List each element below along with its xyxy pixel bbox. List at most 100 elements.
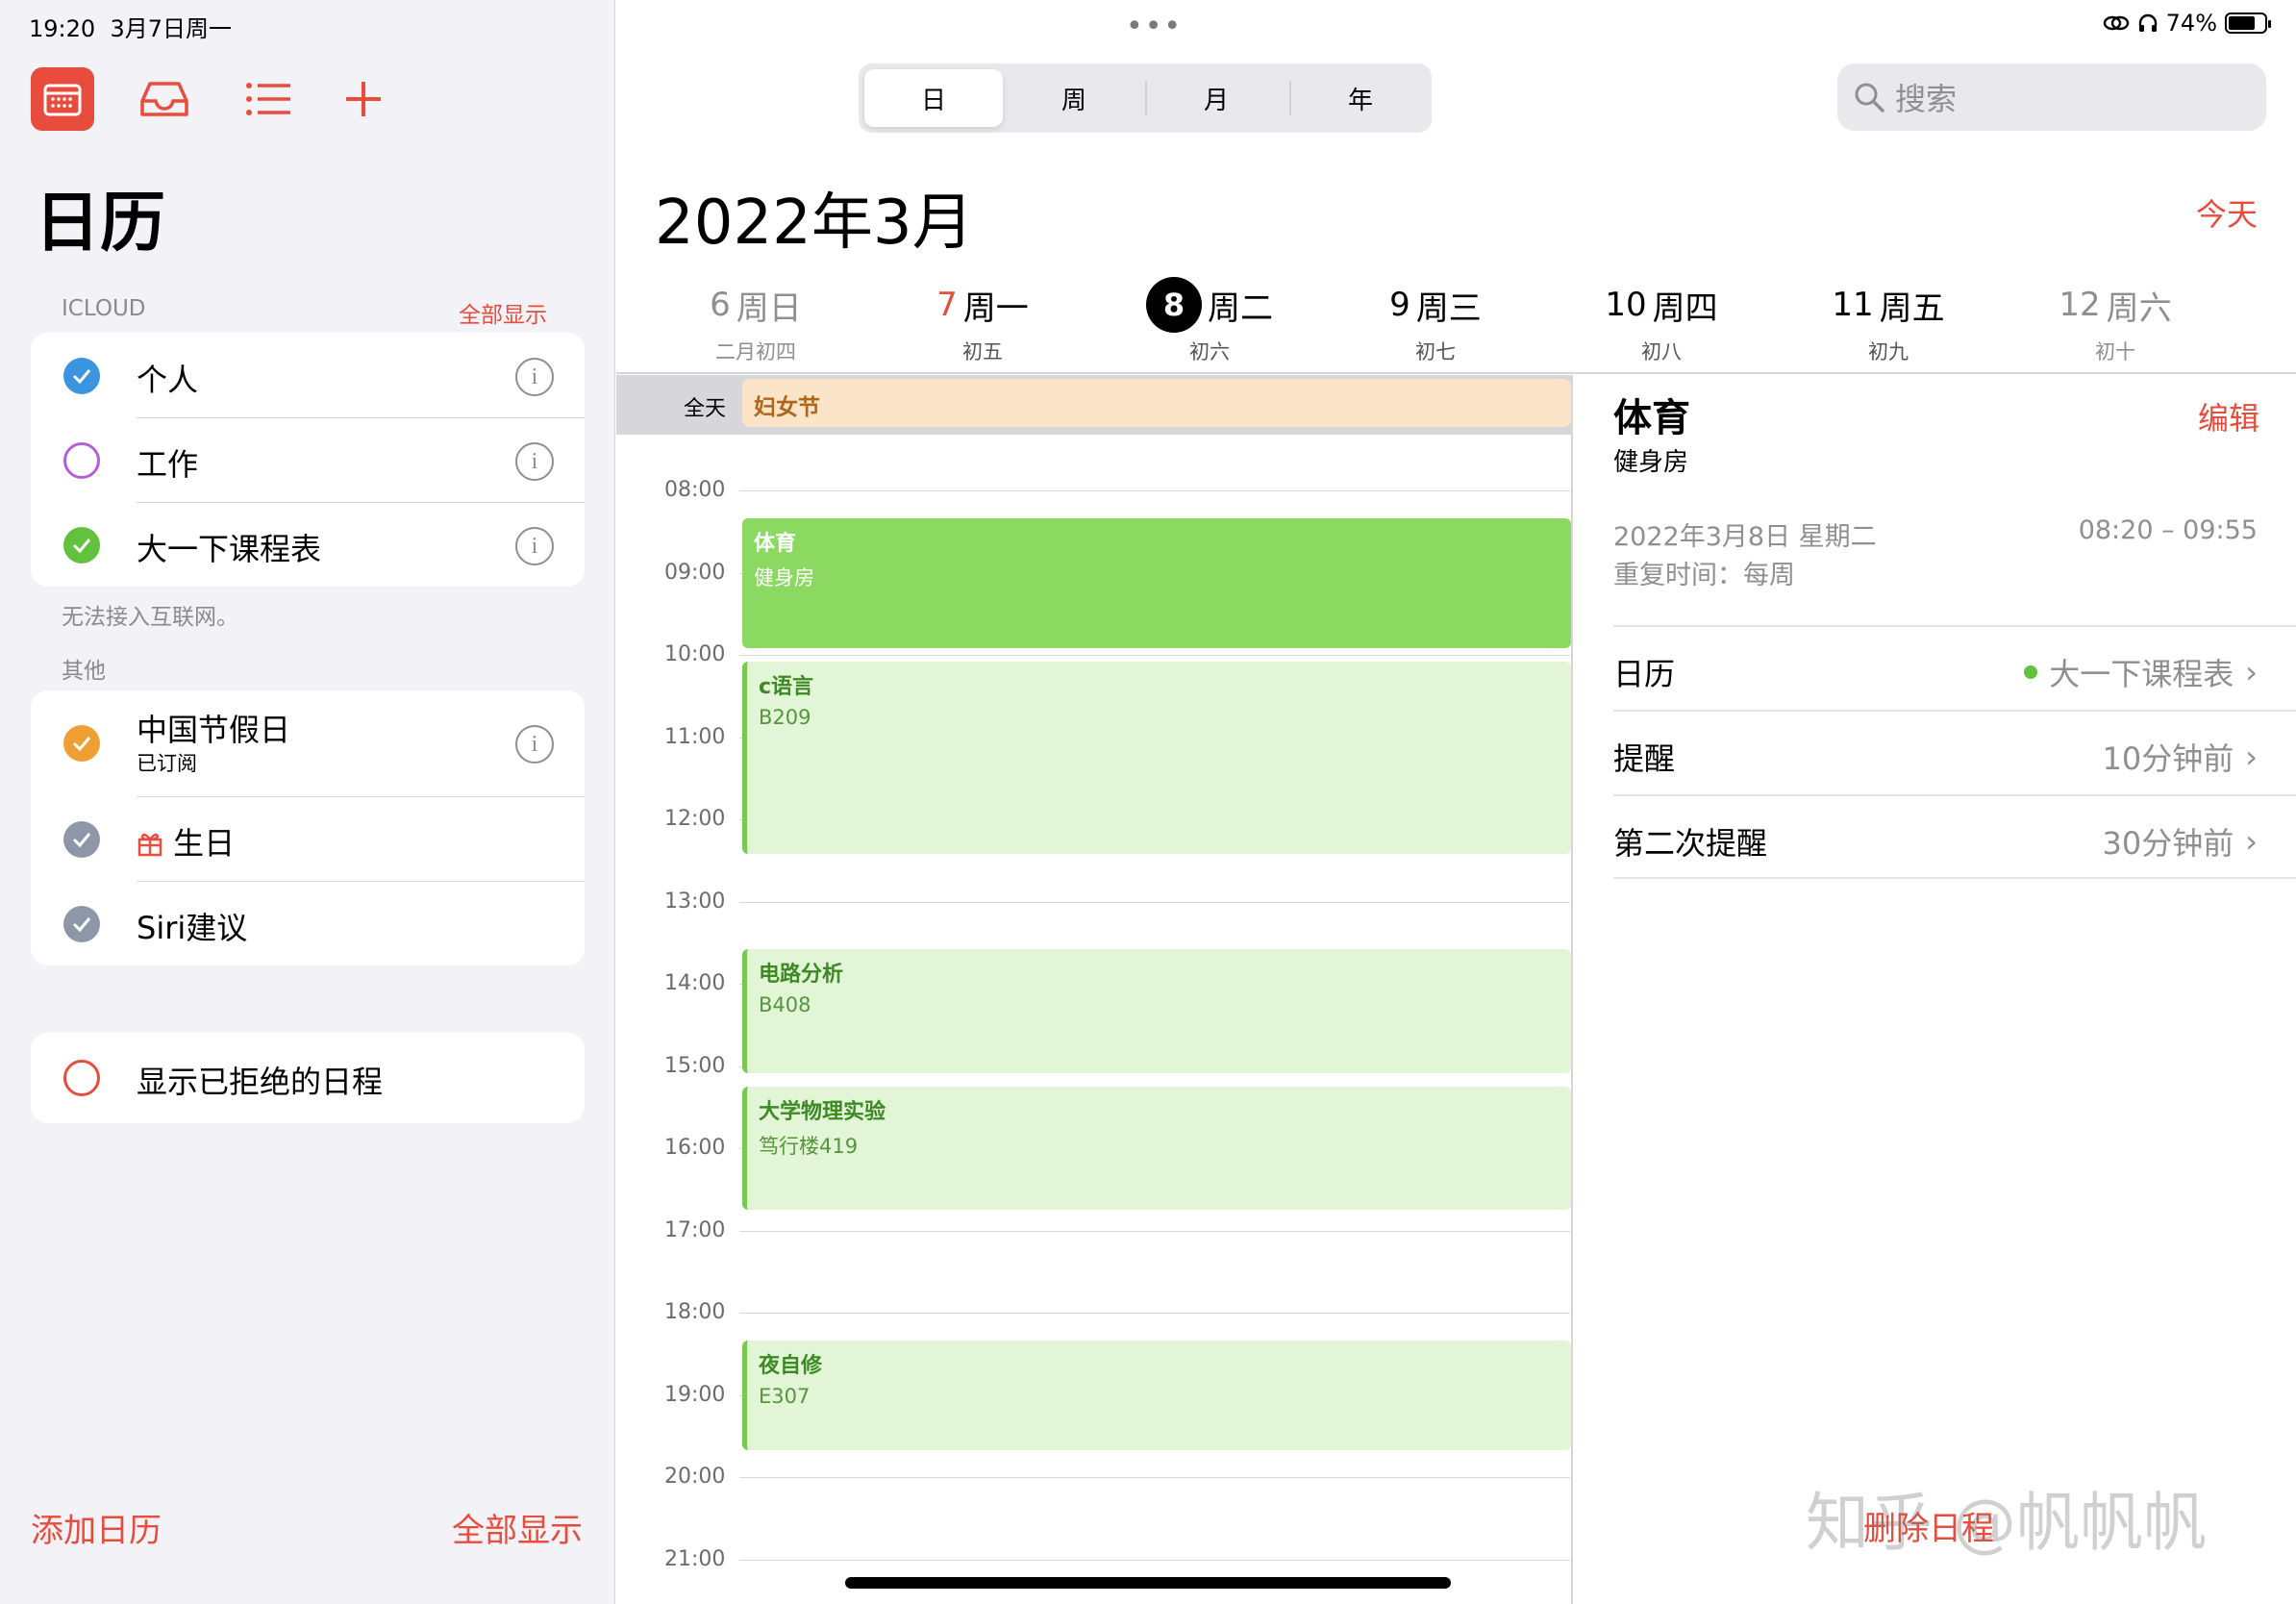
hour-label: 14:00 — [664, 971, 726, 995]
watermark: 知乎 @帆帆帆 — [1806, 1486, 2207, 1560]
other-calendar-list: 中国节假日 已订阅 i 生日 Siri建议 — [31, 690, 585, 965]
event-title: 大学物理实验 — [759, 1099, 886, 1124]
day-wed[interactable]: 9 周三 初七 — [1325, 277, 1546, 365]
add-event-button[interactable] — [332, 67, 395, 131]
edit-button[interactable]: 编辑 — [2198, 394, 2259, 439]
inbox-button[interactable] — [133, 67, 196, 131]
gift-icon — [137, 833, 162, 857]
calendar-icon — [43, 84, 82, 116]
day-sun[interactable]: 6 周日 二月初四 — [645, 277, 866, 365]
event-location: B209 — [759, 706, 811, 730]
lunar-date: 初八 — [1641, 340, 1682, 363]
event-location: 健身房 — [754, 565, 814, 589]
detail-row-calendar[interactable]: 日历 大一下课程表 › — [1613, 625, 2296, 710]
segment-week[interactable]: 周 — [1005, 69, 1143, 127]
hour-label: 08:00 — [664, 478, 726, 502]
event-block[interactable]: 大学物理实验 笃行楼419 — [742, 1086, 1571, 1211]
day-timeline[interactable]: 08:00 09:00 10:00 11:00 12:00 13:00 14:00 15:00… — [616, 435, 1573, 1604]
unchecked-circle-icon[interactable] — [63, 442, 100, 479]
icloud-calendar-list: 个人 i 工作 i 大一下课程表 i — [31, 333, 585, 587]
checkmark-icon[interactable] — [63, 358, 100, 394]
calendar-item-label: 生日 — [137, 819, 235, 864]
calendar-item-course-schedule[interactable]: 大一下课程表 i — [31, 502, 585, 587]
info-icon[interactable]: i — [515, 442, 554, 481]
chevron-right-icon: › — [2245, 823, 2258, 860]
hour-label: 15:00 — [664, 1053, 726, 1078]
all-day-event[interactable]: 妇女节 — [742, 379, 1571, 427]
main-calendar-area: ••• 74% 日 周 月 年 搜索 2022年3月 今天 6 周日 二月初四 7… — [616, 0, 2296, 1604]
day-fri[interactable]: 11 周五 初九 — [1778, 277, 1999, 365]
calendar-item-label: Siri建议 — [137, 910, 248, 946]
divider — [616, 372, 2296, 374]
calendar-list-button[interactable] — [31, 67, 94, 131]
inbox-icon — [140, 82, 188, 116]
hour-label: 19:00 — [664, 1382, 726, 1407]
calendar-item-siri-suggestions[interactable]: Siri建议 — [31, 881, 585, 965]
calendar-item-label: 大一下课程表 — [137, 531, 322, 567]
show-all-button[interactable]: 全部显示 — [452, 1504, 583, 1551]
unchecked-circle-icon[interactable] — [63, 1060, 100, 1096]
lunar-date: 初五 — [962, 340, 1003, 363]
hour-label: 17:00 — [664, 1217, 726, 1242]
status-time: 19:20 3月7日周一 — [29, 15, 232, 42]
offline-note: 无法接入互联网。 — [62, 605, 238, 630]
lunar-date: 初七 — [1415, 340, 1456, 363]
all-day-row: 全天 妇女节 — [616, 375, 1573, 435]
month-title: 2022年3月 — [655, 188, 974, 259]
checkmark-icon[interactable] — [63, 527, 100, 564]
all-day-label: 全天 — [684, 397, 727, 421]
calendar-item-label: 中国节假日 — [137, 712, 291, 748]
search-placeholder: 搜索 — [1895, 81, 1958, 117]
icloud-show-all-link[interactable]: 全部显示 — [459, 296, 547, 329]
day-mon[interactable]: 7 周一 初五 — [872, 277, 1093, 365]
day-sat[interactable]: 12 周六 初十 — [2005, 277, 2226, 365]
battery-icon — [2225, 13, 2271, 34]
lunar-date: 二月初四 — [715, 340, 796, 363]
event-block[interactable]: c语言 B209 — [742, 662, 1571, 854]
segment-month[interactable]: 月 — [1147, 69, 1285, 127]
event-title: c语言 — [759, 675, 814, 700]
checkmark-icon[interactable] — [63, 725, 100, 762]
day-tue-selected[interactable]: 8 周二 初六 — [1099, 277, 1320, 365]
hour-label: 09:00 — [664, 560, 726, 585]
status-bar-right: 74% — [2103, 10, 2271, 37]
sidebar-title: 日历 — [35, 186, 166, 262]
detail-row-second-alert[interactable]: 第二次提醒 30分钟前 › — [1613, 794, 2296, 879]
info-icon[interactable]: i — [515, 358, 554, 396]
view-segmented-control: 日 周 月 年 — [859, 63, 1432, 133]
battery-percent: 74% — [2165, 10, 2217, 37]
search-field[interactable]: 搜索 — [1837, 63, 2266, 131]
event-title: 电路分析 — [759, 963, 844, 988]
segment-day[interactable]: 日 — [864, 69, 1003, 127]
calendar-color-dot — [2024, 665, 2038, 679]
calendar-item-birthdays[interactable]: 生日 — [31, 796, 585, 881]
event-block[interactable]: 体育 健身房 — [742, 517, 1571, 648]
home-indicator — [845, 1577, 1451, 1589]
hour-gridline — [739, 655, 1570, 656]
calendar-item-china-holidays[interactable]: 中国节假日 已订阅 i — [31, 690, 585, 796]
event-block[interactable]: 电路分析 B408 — [742, 949, 1571, 1073]
search-icon — [1855, 83, 1884, 113]
hour-gridline — [739, 1477, 1570, 1478]
detail-row-alert[interactable]: 提醒 10分钟前 › — [1613, 710, 2296, 794]
other-section-label: 其他 — [62, 659, 106, 684]
headphones-icon — [2138, 13, 2157, 32]
hour-label: 12:00 — [664, 807, 726, 831]
hour-label: 16:00 — [664, 1136, 726, 1160]
multitasking-dots-icon[interactable]: ••• — [1126, 10, 1183, 43]
show-declined-toggle[interactable]: 显示已拒绝的日程 — [31, 1033, 585, 1117]
event-detail-location: 健身房 — [1613, 448, 1689, 477]
checkmark-icon[interactable] — [63, 821, 100, 858]
checkmark-icon[interactable] — [63, 906, 100, 942]
info-icon[interactable]: i — [515, 527, 554, 565]
calendar-item-personal[interactable]: 个人 i — [31, 333, 585, 417]
event-block[interactable]: 夜自修 E307 — [742, 1340, 1571, 1450]
info-icon[interactable]: i — [515, 725, 554, 764]
day-thu[interactable]: 10 周四 初八 — [1551, 277, 1772, 365]
calendar-item-work[interactable]: 工作 i — [31, 417, 585, 502]
today-button[interactable]: 今天 — [2196, 190, 2258, 235]
segment-year[interactable]: 年 — [1291, 69, 1430, 127]
sidebar: 19:20 3月7日周一 日历 ICLOUD 全部显示 个人 i 工作 i 大一… — [0, 0, 615, 1604]
list-view-button[interactable] — [237, 67, 300, 131]
add-calendar-button[interactable]: 添加日历 — [31, 1504, 162, 1551]
